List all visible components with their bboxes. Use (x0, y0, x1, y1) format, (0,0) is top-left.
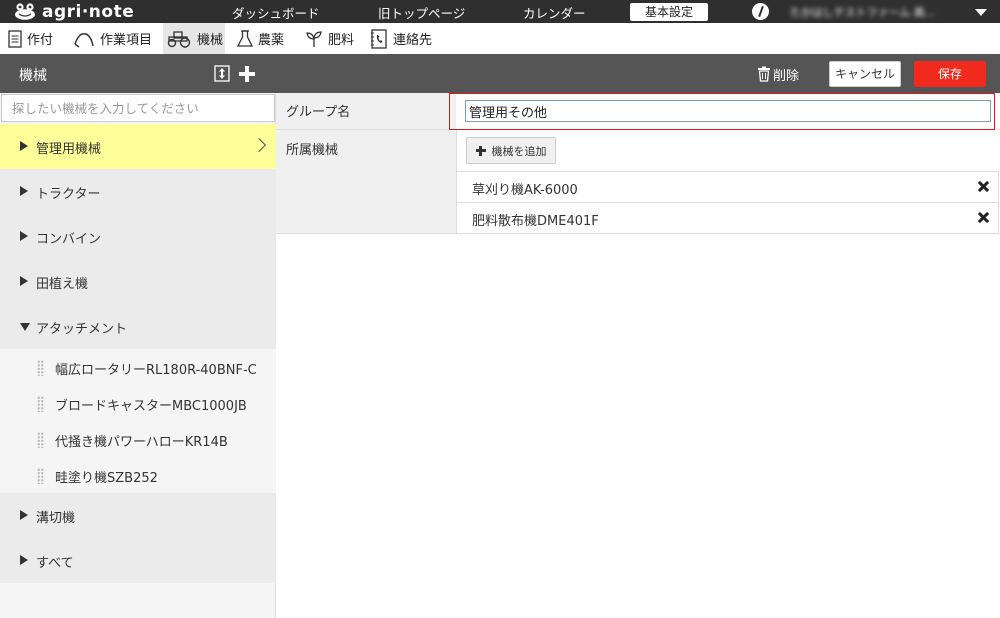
cancel-button[interactable]: キャンセル (829, 61, 901, 87)
tree-group-label: トラクター (36, 187, 101, 202)
expand-arrow-icon (20, 510, 28, 520)
subnav-label: 作付 (27, 33, 54, 48)
tree-group-rice-transplanters[interactable]: 田植え機 (0, 259, 276, 304)
tree-child-label: ブロードキャスターMBC1000JB (55, 399, 247, 414)
nav-calendar[interactable]: カレンダー (523, 3, 586, 22)
drag-handle-icon[interactable] (37, 468, 44, 484)
app-logo[interactable]: agri·note (14, 1, 135, 22)
tree-group-label: 田植え機 (36, 277, 89, 292)
remove-icon[interactable] (977, 211, 991, 225)
subnav-label: 作業項目 (100, 33, 153, 48)
user-menu-caret-icon[interactable] (975, 9, 987, 16)
nav-dashboard[interactable]: ダッシュボード (232, 3, 320, 22)
tree-group-combines[interactable]: コンバイン (0, 214, 276, 259)
top-bar: agri·note ダッシュボード 旧トップページ カレンダー 基本設定 たかは… (0, 0, 1000, 23)
subnav-item-pesticides[interactable]: 農薬 (237, 23, 291, 54)
subnav-item-crops[interactable]: 作付 (8, 23, 62, 54)
subnav-item-fertilizer[interactable]: 肥料 (305, 23, 359, 54)
tree-group-all[interactable]: すべて (0, 538, 276, 583)
machine-name: 草刈り機AK-6000 (472, 183, 578, 198)
remove-icon[interactable] (977, 180, 991, 194)
frog-logo-icon (15, 3, 35, 20)
expand-arrow-icon (20, 276, 28, 286)
expand-arrow-icon (20, 555, 28, 565)
tree-child-label: 畦塗り機SZB252 (55, 471, 158, 486)
tree-group-management-machines[interactable]: 管理用機械 (0, 124, 276, 169)
expand-arrow-icon (20, 141, 28, 151)
tree-group-ditchers[interactable]: 溝切機 (0, 493, 276, 538)
tree-group-label: 管理用機械 (36, 142, 102, 157)
add-machine-button[interactable]: 機械を追加 (466, 137, 556, 164)
sub-nav: 作付 作業項目 機械 農薬 肥料 連絡先 (0, 23, 1000, 54)
subnav-item-machines[interactable]: 機械 (163, 23, 225, 54)
user-name[interactable]: たかはしテストファーム 高... (790, 4, 950, 19)
expand-arrow-icon (20, 186, 28, 196)
subnav-label: 肥料 (328, 33, 355, 48)
drag-handle-icon[interactable] (37, 396, 44, 412)
machines-label: 所属機械 (286, 143, 339, 158)
flask-icon (237, 29, 253, 48)
machine-search-input[interactable] (1, 94, 275, 122)
machine-row: 肥料散布機DME401F (456, 202, 999, 234)
tractor-icon (166, 30, 192, 48)
tree-group-label: 溝切機 (36, 511, 76, 526)
phonebook-icon (370, 28, 388, 49)
basic-settings-button[interactable]: 基本設定 (630, 3, 708, 21)
document-icon (8, 29, 22, 48)
tree-group-label: すべて (36, 556, 74, 571)
tree-child-label: 幅広ロータリーRL180R-40BNF-C (55, 363, 257, 378)
tree-child-item[interactable]: 畦塗り機SZB252 (0, 457, 276, 493)
tree-group-label: アタッチメント (36, 322, 128, 337)
sidebar: 管理用機械 トラクター コンバイン 田植え機 アタッチメント 幅広ロータリーRL… (0, 93, 276, 618)
tree-group-label: コンバイン (36, 232, 102, 247)
tree-child-item[interactable]: ブロードキャスターMBC1000JB (0, 385, 276, 421)
tree-group-tractors[interactable]: トラクター (0, 169, 276, 214)
subnav-item-contacts[interactable]: 連絡先 (370, 23, 436, 54)
chevron-right-icon (251, 137, 267, 153)
trash-icon (758, 66, 770, 82)
add-group-icon[interactable] (238, 65, 256, 83)
subnav-label: 機械 (197, 33, 224, 48)
subnav-item-work-items[interactable]: 作業項目 (73, 23, 159, 54)
drag-handle-icon[interactable] (37, 360, 44, 376)
subnav-label: 連絡先 (393, 33, 433, 48)
nav-old-top-page[interactable]: 旧トップページ (378, 3, 465, 22)
collapse-arrow-icon (20, 323, 30, 331)
tree-child-item[interactable]: 幅広ロータリーRL180R-40BNF-C (0, 349, 276, 385)
tree-child-label: 代掻き機パワーハローKR14B (55, 435, 228, 450)
group-name-input[interactable] (465, 100, 991, 122)
add-machine-label: 機械を追加 (491, 144, 547, 158)
reorder-icon[interactable] (214, 65, 230, 82)
drag-handle-icon[interactable] (37, 432, 44, 448)
delete-label: 削除 (773, 68, 800, 84)
page-title: 機械 (19, 68, 47, 84)
machine-row: 草刈り機AK-6000 (456, 171, 999, 203)
user-icon[interactable] (752, 3, 769, 20)
group-name-label: グループ名 (286, 105, 351, 120)
tree-child-item[interactable]: 代掻き機パワーハローKR14B (0, 421, 276, 457)
plus-icon (475, 145, 486, 156)
tree-group-attachments[interactable]: アタッチメント (0, 304, 276, 349)
machine-name: 肥料散布機DME401F (472, 214, 599, 229)
sickle-icon (73, 30, 95, 48)
subnav-label: 農薬 (258, 33, 285, 48)
expand-arrow-icon (20, 231, 28, 241)
logo-text: agri·note (42, 1, 135, 22)
sprout-icon (305, 30, 323, 48)
delete-button[interactable]: 削除 (757, 64, 799, 84)
save-button[interactable]: 保存 (914, 61, 986, 87)
